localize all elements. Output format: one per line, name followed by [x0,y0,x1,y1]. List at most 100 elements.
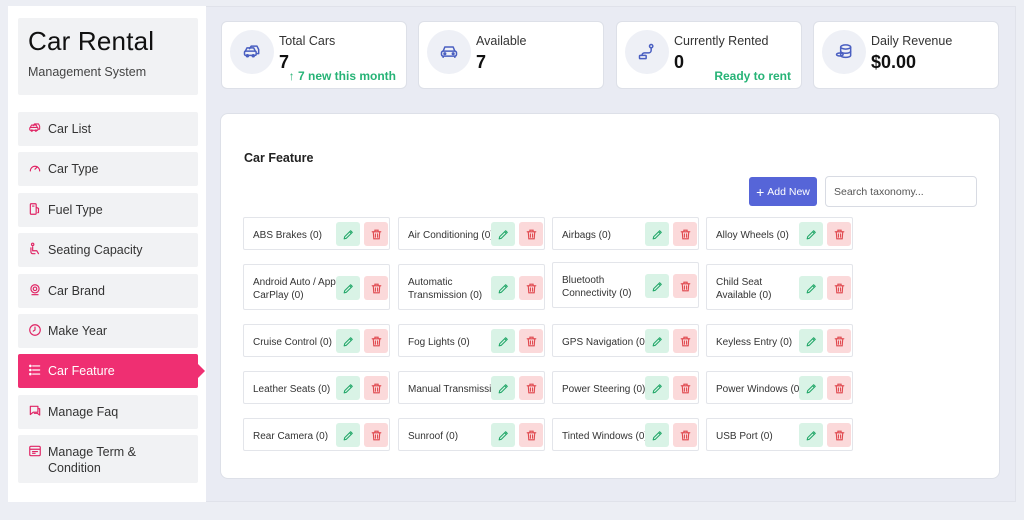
document-icon [28,444,42,458]
search-input[interactable] [825,176,977,207]
cars-icon [28,121,42,135]
edit-button[interactable] [799,276,823,300]
pencil-icon [651,382,664,395]
delete-button[interactable] [827,222,851,246]
edit-button[interactable] [799,329,823,353]
delete-button[interactable] [827,423,851,447]
edit-button[interactable] [645,376,669,400]
pencil-icon [805,429,818,442]
sidebar-nav: Car List Car Type Fuel Type Seating Capacit… [18,112,205,490]
edit-button[interactable] [336,276,360,300]
feature-name: Fog Lights (0) [408,337,470,348]
feature-tag-bluetooth-connectivity: Bluetooth Connectivity (0) [552,262,699,308]
delete-button[interactable] [673,376,697,400]
feature-tag-sunroof: Sunroof (0) [398,418,545,451]
edit-button[interactable] [491,222,515,246]
delete-button[interactable] [827,329,851,353]
add-new-button[interactable]: + Add New [749,177,817,206]
sidebar-item-make-year[interactable]: Make Year [18,313,198,348]
feature-name: USB Port (0) [716,431,773,442]
edit-button[interactable] [645,329,669,353]
feature-tag-gps-navigation: GPS Navigation (0) [552,324,699,357]
coins-icon [834,42,854,62]
edit-button[interactable] [799,376,823,400]
stat-note: Ready to rent [714,69,791,83]
feature-tag-air-conditioning: Air Conditioning (0) [398,217,545,250]
feature-name: Automatic Transmission (0) [408,277,483,301]
fuel-icon [28,202,42,216]
delete-button[interactable] [519,423,543,447]
edit-button[interactable] [491,329,515,353]
stat-icon-circle [427,30,471,74]
delete-button[interactable] [519,222,543,246]
sidebar-item-car-list[interactable]: Car List [18,112,198,146]
edit-button[interactable] [491,423,515,447]
edit-button[interactable] [645,274,669,298]
trash-icon [525,228,538,241]
feature-tag-cruise-control: Cruise Control (0) [243,324,390,357]
trash-icon [679,335,692,348]
delete-button[interactable] [364,329,388,353]
feature-tag-fog-lights: Fog Lights (0) [398,324,545,357]
pencil-icon [805,228,818,241]
delete-button[interactable] [364,376,388,400]
feature-tag-power-windows: Power Windows (0) [706,371,853,404]
list-icon [28,363,42,377]
feature-name: Cruise Control (0) [253,337,332,348]
delete-button[interactable] [519,376,543,400]
stat-label: Daily Revenue [871,34,953,48]
pencil-icon [805,382,818,395]
chat-icon [28,404,42,418]
trash-icon [370,335,383,348]
delete-button[interactable] [827,276,851,300]
sidebar-item-manage-faq[interactable]: Manage Faq [18,394,198,429]
feature-tag-abs-brakes: ABS Brakes (0) [243,217,390,250]
stat-icon-circle [625,30,669,74]
delete-button[interactable] [673,274,697,298]
feature-tag-airbags: Airbags (0) [552,217,699,250]
delete-button[interactable] [364,222,388,246]
feature-name: Keyless Entry (0) [716,337,793,348]
feature-tag-manual-transmission: Manual Transmission (0) [398,371,545,404]
sidebar-item-fuel-type[interactable]: Fuel Type [18,192,198,227]
stat-card-daily-revenue: Daily Revenue $0.00 [813,21,999,89]
feature-name: Rear Camera (0) [253,431,329,442]
delete-button[interactable] [673,329,697,353]
pencil-icon [342,282,355,295]
edit-button[interactable] [336,376,360,400]
delete-button[interactable] [519,276,543,300]
sidebar-item-car-type[interactable]: Car Type [18,152,198,187]
stat-label: Total Cars [279,34,336,48]
sidebar-item-car-feature[interactable]: Car Feature [18,354,205,389]
car-front-icon [439,42,459,62]
delete-button[interactable] [673,222,697,246]
feature-name: Power Steering (0) [562,384,646,395]
delete-button[interactable] [364,423,388,447]
delete-button[interactable] [673,423,697,447]
sidebar-item-car-brand[interactable]: Car Brand [18,273,198,308]
edit-button[interactable] [799,222,823,246]
speedometer-icon [28,161,42,175]
edit-button[interactable] [336,423,360,447]
sidebar-item-manage-term-condition[interactable]: Manage Term & Condition [18,435,198,484]
edit-button[interactable] [336,222,360,246]
feature-tag-android-auto-apple-carplay: Android Auto / Apple CarPlay (0) [243,264,390,310]
stat-value: 7 [279,52,290,72]
trash-icon [679,429,692,442]
edit-button[interactable] [645,222,669,246]
feature-name: Air Conditioning (0) [408,230,494,241]
sidebar-item-seating-capacity[interactable]: Seating Capacity [18,233,198,268]
edit-button[interactable] [336,329,360,353]
edit-button[interactable] [491,376,515,400]
delete-button[interactable] [827,376,851,400]
edit-button[interactable] [645,423,669,447]
add-new-label: Add New [767,185,810,198]
delete-button[interactable] [364,276,388,300]
route-icon [637,42,657,62]
edit-button[interactable] [491,276,515,300]
delete-button[interactable] [519,329,543,353]
brand-block: Car Rental Management System [18,18,198,95]
edit-button[interactable] [799,423,823,447]
feature-name: Manual Transmission (0) [408,384,500,395]
brand-subtitle: Management System [28,65,147,79]
